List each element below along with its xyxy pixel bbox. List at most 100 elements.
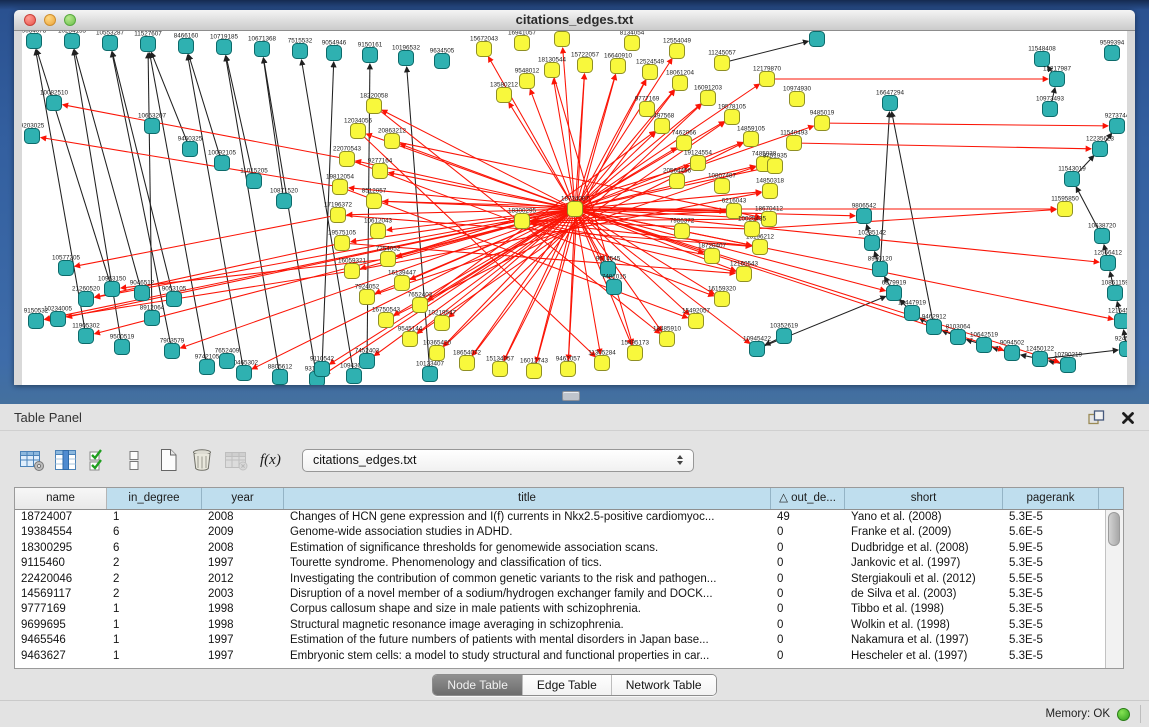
table-row[interactable]: 1938455462009Genome-wide association stu… xyxy=(15,525,1105,540)
graph-node[interactable]: 11548408 xyxy=(1028,46,1056,67)
table-row[interactable]: 2242004622012Investigating the contribut… xyxy=(15,572,1105,587)
graph-node[interactable]: 18485910 xyxy=(653,326,682,347)
graph-node[interactable]: 10365420 xyxy=(423,340,452,361)
graph-node[interactable]: 18654072 xyxy=(453,350,482,371)
graph-node[interactable]: 10719185 xyxy=(210,34,239,55)
graph-node[interactable]: 9064078 xyxy=(22,31,47,49)
graph-node[interactable]: 9273744 xyxy=(1105,113,1127,134)
graph-node[interactable]: 18061204 xyxy=(666,70,695,91)
graph-node[interactable]: 16640910 xyxy=(604,53,633,74)
graph-node[interactable]: 12164501 xyxy=(1108,308,1127,329)
graph-node[interactable]: 8134054 xyxy=(620,31,645,51)
select-all-icon[interactable] xyxy=(84,445,116,475)
network-window-titlebar[interactable]: citations_edges.txt xyxy=(14,10,1135,31)
graph-node[interactable]: 11015205 xyxy=(240,168,268,189)
graph-node[interactable]: 9742105 xyxy=(195,354,220,375)
graph-node[interactable]: 16012743 xyxy=(520,358,549,379)
graph-node[interactable]: 10196532 xyxy=(392,45,421,66)
graph-node[interactable]: 8130304 xyxy=(805,31,830,47)
function-builder-icon[interactable]: f(x) xyxy=(254,445,286,475)
graph-node[interactable]: 7481015 xyxy=(602,274,627,295)
graph-node[interactable]: 10123407 xyxy=(416,361,445,382)
graph-node[interactable]: 10219547 xyxy=(428,310,457,331)
graph-node[interactable]: 8466160 xyxy=(174,33,199,54)
table-vertical-scrollbar[interactable] xyxy=(1105,510,1123,668)
graph-node[interactable]: 8805612 xyxy=(268,364,293,385)
close-window-button[interactable] xyxy=(24,14,36,26)
column-header-name[interactable]: name xyxy=(15,488,107,509)
graph-node[interactable]: 10638720 xyxy=(1088,223,1117,244)
graph-node[interactable]: 9203025 xyxy=(22,123,45,144)
close-panel-icon[interactable] xyxy=(1121,411,1135,425)
graph-node[interactable]: 12179870 xyxy=(753,66,782,87)
graph-node[interactable]: 12217987 xyxy=(1043,66,1072,87)
column-header-short[interactable]: short xyxy=(845,488,1003,509)
graph-node[interactable]: 16750543 xyxy=(372,307,401,328)
delete-columns-icon[interactable] xyxy=(186,445,218,475)
table-row[interactable]: 1830029562008Estimation of significance … xyxy=(15,541,1105,556)
graph-node[interactable]: 15495173 xyxy=(621,340,650,361)
table-row[interactable]: 1872400712008Changes of HCN gene express… xyxy=(15,510,1105,525)
graph-node[interactable]: 10092105 xyxy=(208,150,237,171)
table-row[interactable]: 977716911998Corpus callosum shape and si… xyxy=(15,602,1105,617)
graph-node[interactable]: 19578105 xyxy=(718,104,747,125)
table-row[interactable]: 1456911722003Disruption of a novel membe… xyxy=(15,587,1105,602)
graph-node[interactable]: 11595850 xyxy=(1051,196,1079,217)
tab-node-table[interactable]: Node Table xyxy=(433,675,523,695)
float-panel-icon[interactable] xyxy=(1088,410,1105,425)
graph-node[interactable]: 14850318 xyxy=(756,178,785,199)
graph-node[interactable]: 10945422 xyxy=(743,336,772,357)
graph-node[interactable]: 6879919 xyxy=(882,280,907,301)
graph-node[interactable]: 9150161 xyxy=(358,42,383,63)
graph-node[interactable]: 10553287 xyxy=(96,31,125,51)
graph-node[interactable]: 9548012 xyxy=(515,68,540,89)
show-columns-icon[interactable] xyxy=(50,445,82,475)
graph-node[interactable]: 16139447 xyxy=(388,270,417,291)
table-row[interactable]: 946554611997Estimation of the future num… xyxy=(15,633,1105,648)
memory-ok-icon[interactable] xyxy=(1117,708,1130,721)
scrollbar-thumb[interactable] xyxy=(1108,512,1120,546)
graph-node[interactable]: 12235623 xyxy=(1086,136,1115,157)
unselect-all-icon[interactable] xyxy=(118,445,150,475)
graph-node[interactable]: 11305284 xyxy=(588,350,616,371)
graph-node[interactable]: 12566412 xyxy=(1094,250,1123,271)
graph-node[interactable]: 10807487 xyxy=(708,173,737,194)
graph-node[interactable]: 9245012 xyxy=(1115,336,1127,357)
graph-node[interactable]: 16091203 xyxy=(694,85,723,106)
graph-node[interactable]: 10974930 xyxy=(783,86,812,107)
graph-node[interactable]: 9806542 xyxy=(852,203,877,224)
graph-node[interactable]: 15492057 xyxy=(682,308,711,329)
graph-node[interactable]: 10963150 xyxy=(98,276,127,297)
minimize-window-button[interactable] xyxy=(44,14,56,26)
graph-node[interactable]: 15722057 xyxy=(571,52,600,73)
graph-node[interactable]: 12034056 xyxy=(344,118,373,139)
graph-node[interactable]: 9500519 xyxy=(110,334,135,355)
graph-node[interactable]: 16941057 xyxy=(508,31,537,51)
graph-node[interactable]: 13580212 xyxy=(490,82,519,103)
graph-node[interactable]: 16159320 xyxy=(708,286,737,307)
graph-node[interactable]: 7515532 xyxy=(288,38,313,59)
graph-node[interactable]: 12450122 xyxy=(1026,346,1055,367)
delete-table-icon[interactable] xyxy=(220,445,252,475)
tab-edge-table[interactable]: Edge Table xyxy=(523,675,612,695)
table-row[interactable]: 911546021997Tourette syndrome. Phenomeno… xyxy=(15,556,1105,571)
create-column-icon[interactable] xyxy=(152,445,184,475)
graph-node[interactable]: 11543019 xyxy=(1058,166,1086,187)
network-graph-canvas[interactable]: 1872400718300295906407810234155105532871… xyxy=(22,31,1127,385)
graph-node[interactable]: 12554049 xyxy=(663,38,692,59)
column-header-year[interactable]: year xyxy=(202,488,284,509)
graph-node[interactable]: 15134057 xyxy=(486,356,515,377)
graph-node[interactable]: 15672043 xyxy=(470,36,499,57)
table-settings-icon[interactable] xyxy=(16,445,48,475)
graph-node[interactable]: 18130544 xyxy=(538,57,567,78)
column-header-pagerank[interactable]: pagerank xyxy=(1003,488,1099,509)
table-row[interactable]: 969969511998Structural magnetic resonanc… xyxy=(15,618,1105,633)
graph-node[interactable]: 21260520 xyxy=(72,286,101,307)
graph-node[interactable]: 9485019 xyxy=(810,110,835,131)
column-header-out_degree[interactable]: △ out_de... xyxy=(771,488,845,509)
graph-node[interactable]: 9054946 xyxy=(322,40,347,61)
graph-node[interactable]: 8912064 xyxy=(140,305,165,326)
graph-node[interactable]: 10234155 xyxy=(58,31,87,49)
graph-node[interactable]: 9460325 xyxy=(178,136,203,157)
graph-node[interactable]: 18220058 xyxy=(360,93,389,114)
